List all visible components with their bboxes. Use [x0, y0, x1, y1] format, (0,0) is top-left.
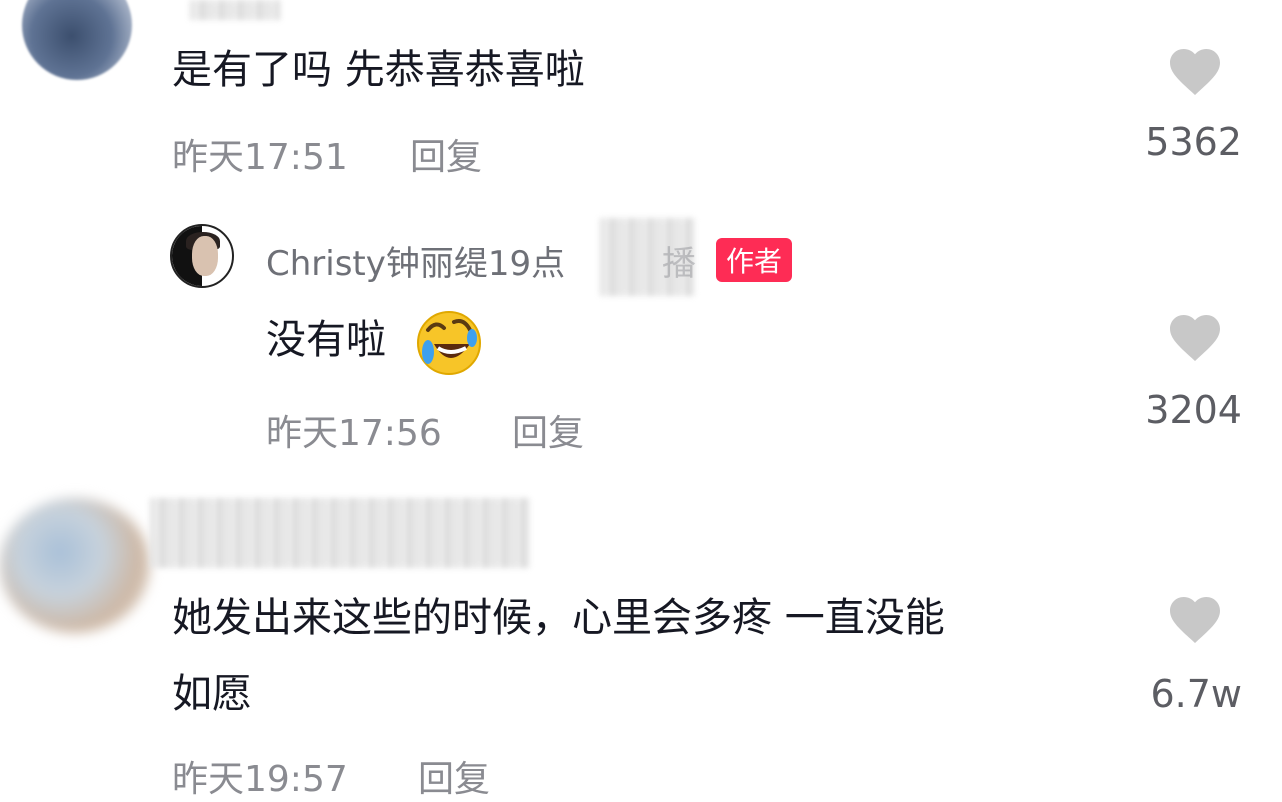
like-count: 6.7w: [1150, 672, 1242, 716]
username-tail: 播: [662, 244, 696, 284]
comment-text: 是有了吗 先恭喜恭喜啦: [172, 47, 585, 93]
reply-button[interactable]: 回复: [418, 750, 490, 802]
comment-text: 没有啦: [266, 317, 386, 363]
author-badge: 作者: [716, 238, 793, 282]
comment-text-line2: 如愿: [172, 671, 252, 717]
like-count: 5362: [1145, 120, 1242, 164]
reply-button[interactable]: 回复: [512, 404, 584, 456]
like-heart-icon[interactable]: [1165, 590, 1225, 646]
username[interactable]: Christy钟丽缇19点: [266, 236, 565, 285]
comment-timestamp: 昨天19:57: [172, 759, 348, 800]
avatar[interactable]: [170, 224, 234, 288]
blurred-username: [190, 0, 280, 20]
comment-text: 她发出来这些的时候，心里会多疼 一直没能: [172, 595, 945, 641]
reply-button[interactable]: 回复: [410, 128, 482, 180]
avatar[interactable]: [22, 0, 132, 80]
laugh-crying-emoji: [414, 308, 484, 378]
avatar[interactable]: [0, 498, 150, 633]
like-heart-icon[interactable]: [1165, 42, 1225, 98]
avatar-face: [192, 236, 218, 276]
comment-timestamp: 昨天17:56: [266, 413, 442, 454]
comment-timestamp: 昨天17:51: [172, 137, 348, 178]
like-count: 3204: [1145, 388, 1242, 432]
like-heart-icon[interactable]: [1165, 308, 1225, 364]
blurred-username: [150, 498, 530, 568]
